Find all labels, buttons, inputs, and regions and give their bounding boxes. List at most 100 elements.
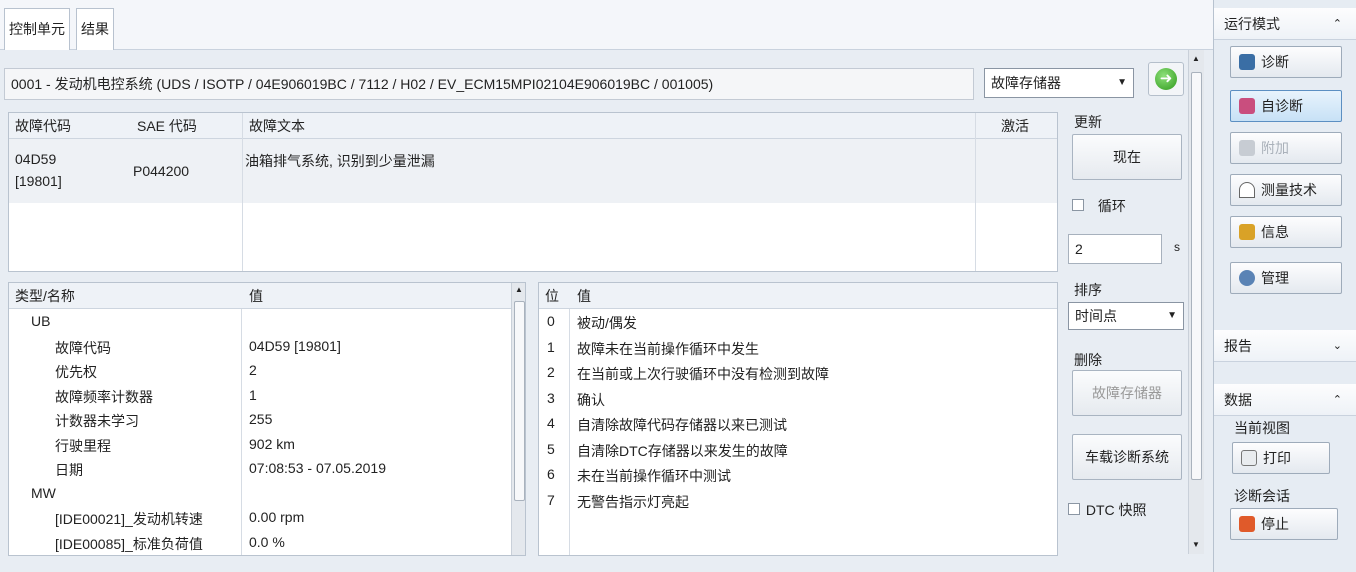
detail-scrollbar[interactable]: ▲ <box>511 283 525 555</box>
table-row[interactable]: 04D59 [19801] P044200 油箱排气系统, 识别到少量泄漏 <box>9 139 1057 203</box>
admin-label: 管理 <box>1261 270 1289 286</box>
vehicle-diagnosis-button[interactable]: 车载诊断系统 <box>1072 434 1182 480</box>
measurement-button[interactable]: 测量技术 <box>1230 174 1342 206</box>
col-header-bit-value[interactable]: 值 <box>577 283 591 309</box>
detail-row-value: 1 <box>249 386 257 403</box>
dtc-snapshot-checkbox[interactable] <box>1068 503 1080 515</box>
delete-fault-memory-button[interactable]: 故障存储器 <box>1072 370 1182 416</box>
bit-number: 1 <box>547 338 555 355</box>
stop-button[interactable]: 停止 <box>1230 508 1338 540</box>
measurement-label: 测量技术 <box>1261 182 1317 198</box>
dtc-snapshot-row[interactable]: DTC 快照 <box>1068 500 1147 520</box>
detail-row-value: 2 <box>249 362 257 378</box>
detail-row-value: 0.00 rpm <box>249 509 305 525</box>
gear-icon <box>1239 140 1255 156</box>
self-diagnosis-button[interactable]: 自诊断 <box>1230 90 1342 122</box>
dtc-snapshot-label: DTC 快照 <box>1085 502 1147 518</box>
detail-row-value: 902 km <box>249 435 295 452</box>
bit-description: 确认 <box>577 391 605 408</box>
sidebar: 运行模式 ⌃ 诊断 自诊断 附加 测量技术 信息 管理 报告 ⌄ 数据 ⌃ 当前… <box>1213 0 1356 572</box>
report-title: 报告 <box>1224 338 1252 354</box>
chevron-up-icon[interactable]: ⌃ <box>1333 8 1342 40</box>
bit-description: 自清除故障代码存储器以来已测试 <box>577 417 787 433</box>
additional-label: 附加 <box>1261 140 1289 156</box>
scroll-up-icon[interactable]: ▲ <box>1192 54 1200 63</box>
info-label: 信息 <box>1261 224 1289 240</box>
detail-table: 类型/名称 值 UB 故障代码 04D59 [19801] 优先权 2 故障频率计数器 1 计… <box>8 282 526 556</box>
col-header-fault-text[interactable]: 故障文本 <box>249 113 305 139</box>
arrow-right-icon: ➜ <box>1155 68 1177 90</box>
admin-button[interactable]: 管理 <box>1230 262 1342 294</box>
col-header-sae-code[interactable]: SAE 代码 <box>137 113 197 139</box>
loop-checkbox-row[interactable]: 循环 <box>1072 196 1126 216</box>
sort-label: 排序 <box>1074 282 1102 298</box>
scroll-down-icon[interactable]: ▼ <box>1192 540 1200 549</box>
delete-label: 删除 <box>1074 352 1102 368</box>
data-section-header[interactable]: 数据 ⌃ <box>1214 384 1356 416</box>
detail-row-value: 255 <box>249 411 273 427</box>
status-bit-table: 位 值 0 被动/偶发 1 故障未在当前操作循环中发生 2 在当前或上次行驶循环中没有检测… <box>538 282 1058 556</box>
scroll-thumb[interactable] <box>1191 72 1202 480</box>
loop-label: 循环 <box>1097 198 1126 214</box>
diagnosis-button[interactable]: 诊断 <box>1230 46 1342 78</box>
bit-number: 5 <box>547 440 555 457</box>
tab-control-units[interactable]: 控制单元 <box>4 8 70 50</box>
col-header-active[interactable]: 激活 <box>1001 113 1029 139</box>
fault-text: 油箱排气系统, 识别到少量泄漏 <box>245 153 435 169</box>
books-icon <box>1239 224 1255 240</box>
bit-table-header: 位 值 <box>539 283 1057 309</box>
detail-row-name: 故障频率计数器 <box>55 388 153 405</box>
self-diagnosis-icon <box>1239 98 1255 114</box>
sort-select[interactable]: 时间点 ▼ <box>1068 302 1184 330</box>
go-button[interactable]: ➜ <box>1148 62 1184 96</box>
col-header-bit[interactable]: 位 <box>545 283 559 309</box>
main-scrollbar[interactable]: ▲ ▼ <box>1188 50 1204 554</box>
info-button[interactable]: 信息 <box>1230 216 1342 248</box>
report-section-header[interactable]: 报告 ⌄ <box>1214 330 1356 362</box>
diagnosis-label: 诊断 <box>1261 54 1289 70</box>
detail-row-value: 0.0 % <box>249 533 285 550</box>
print-label: 打印 <box>1263 450 1291 466</box>
view-select[interactable]: 故障存储器 ▼ <box>984 68 1134 98</box>
divider <box>975 113 976 271</box>
bit-description: 被动/偶发 <box>577 315 637 331</box>
interval-input[interactable]: 2 <box>1068 234 1162 264</box>
divider <box>242 113 243 271</box>
loop-checkbox[interactable] <box>1072 199 1084 211</box>
scroll-up-icon[interactable]: ▲ <box>515 285 523 294</box>
tab-results[interactable]: 结果 <box>76 8 114 50</box>
update-now-button[interactable]: 现在 <box>1072 134 1182 180</box>
col-header-value[interactable]: 值 <box>249 283 263 309</box>
printer-icon <box>1241 450 1257 466</box>
additional-button[interactable]: 附加 <box>1230 132 1342 164</box>
bit-number: 6 <box>547 466 555 482</box>
bit-number: 0 <box>547 313 555 329</box>
run-mode-section-header[interactable]: 运行模式 ⌃ <box>1214 8 1356 40</box>
main-panel: 0001 - 发动机电控系统 (UDS / ISOTP / 04E906019B… <box>0 50 1213 572</box>
detail-row-name: MW <box>31 484 56 501</box>
col-header-fault-code[interactable]: 故障代码 <box>15 113 71 139</box>
bit-number: 3 <box>547 389 555 406</box>
bit-number: 7 <box>547 491 555 508</box>
chevron-up-icon[interactable]: ⌃ <box>1333 384 1342 416</box>
sae-code: P044200 <box>133 163 190 179</box>
detail-row-name: 日期 <box>55 462 83 478</box>
bit-number: 4 <box>547 415 555 431</box>
gauge-icon <box>1239 182 1255 198</box>
admin-icon <box>1239 270 1255 286</box>
chevron-down-icon: ▼ <box>1117 77 1127 88</box>
fault-code: 04D59 <box>15 151 57 167</box>
stop-label: 停止 <box>1261 516 1289 532</box>
chevron-down-icon[interactable]: ⌄ <box>1333 330 1342 362</box>
update-label: 更新 <box>1074 114 1102 130</box>
fault-table: 故障代码 SAE 代码 故障文本 激活 04D59 [19801] P04420… <box>8 112 1058 272</box>
view-select-value: 故障存储器 <box>991 75 1061 91</box>
detail-row-value: 07:08:53 - 07.05.2019 <box>249 460 387 476</box>
scroll-thumb[interactable] <box>514 301 525 501</box>
bit-description: 故障未在当前操作循环中发生 <box>577 340 759 357</box>
print-button[interactable]: 打印 <box>1232 442 1330 474</box>
col-header-type-name[interactable]: 类型/名称 <box>15 283 75 309</box>
tab-bar: 控制单元 结果 <box>0 0 1213 50</box>
divider <box>569 309 570 555</box>
detail-row-name: 计数器未学习 <box>55 413 139 429</box>
